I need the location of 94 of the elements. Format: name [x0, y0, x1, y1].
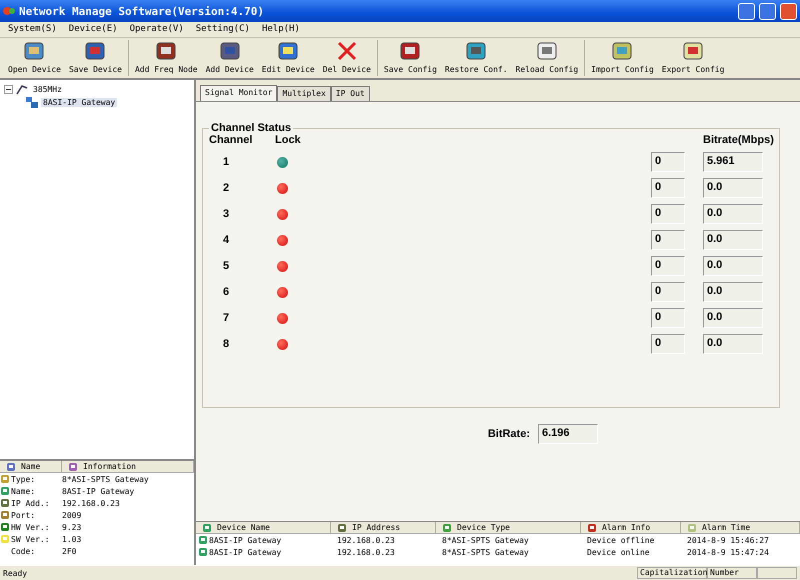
channel-number: 1: [222, 156, 230, 168]
menu-item[interactable]: Setting(C): [196, 24, 250, 35]
status-panel: Capitalization: [637, 567, 707, 579]
channel-number: 6: [222, 286, 230, 298]
table-cell: 8ASI-IP Gateway: [209, 536, 282, 544]
bitrate-field[interactable]: 0.0: [703, 282, 763, 302]
maximize-button[interactable]: [759, 2, 776, 20]
table-cell: 2014-8-9 15:46:27: [687, 536, 769, 544]
info-value: 192.168.0.23: [62, 498, 120, 508]
toolbar-button[interactable]: Open Device: [4, 38, 65, 78]
toolbar-button[interactable]: Reload Config: [512, 38, 582, 78]
table-cell: 2014-8-9 15:47:24: [687, 548, 769, 556]
menu-item[interactable]: System(S): [8, 24, 57, 35]
channel-number: 8: [222, 338, 230, 350]
delete-icon: [336, 40, 358, 62]
value-field[interactable]: 0: [651, 308, 685, 328]
toolbar-button[interactable]: Save Config: [380, 38, 441, 78]
column-header[interactable]: Alarm Time: [681, 522, 800, 533]
info-label: Type:: [11, 474, 36, 484]
table-cell: 8*ASI-SPTS Gateway: [442, 536, 529, 544]
info-value: 8ASI-IP Gateway: [62, 486, 134, 496]
group-title: Channel Status: [210, 122, 292, 134]
toolbar-button[interactable]: Export Config: [658, 38, 728, 78]
info-value: 2F0: [62, 546, 76, 556]
info-value: 1.03: [62, 534, 82, 544]
tab[interactable]: Multiplex: [277, 86, 331, 101]
channel-number: 2: [222, 182, 230, 194]
info-label: Name:: [11, 486, 36, 496]
bitrate-field[interactable]: 0.0: [703, 334, 763, 354]
menu-item[interactable]: Device(E): [68, 24, 118, 35]
antenna-icon: [16, 84, 28, 95]
column-header: Channel: [209, 134, 254, 146]
channel-number: 3: [222, 208, 230, 220]
status-panel: [757, 567, 797, 579]
info-value: 9.23: [62, 522, 82, 532]
bitrate-field[interactable]: 0.0: [703, 178, 763, 198]
window-title: Network Manage Software(Version:4.70): [19, 4, 266, 18]
info-value: 2009: [62, 510, 82, 520]
table-cell: Device online: [587, 548, 650, 556]
info-label: Code:: [11, 546, 36, 556]
status-text: Ready: [3, 568, 28, 578]
collapse-toggle[interactable]: [4, 85, 13, 94]
info-value: 8*ASI-SPTS Gateway: [62, 474, 149, 484]
status-panel: Number: [707, 567, 757, 579]
bitrate-field[interactable]: 0.0: [703, 230, 763, 250]
bitrate-field[interactable]: 0.0: [703, 204, 763, 224]
value-field[interactable]: 0: [651, 204, 685, 224]
column-header[interactable]: IP Address: [331, 522, 436, 533]
bitrate-field[interactable]: 5.961: [703, 152, 763, 172]
tab[interactable]: IP Out: [330, 86, 370, 101]
value-field[interactable]: 0: [651, 230, 685, 250]
total-bitrate-field[interactable]: 6.196: [538, 424, 598, 444]
column-header: Bitrate(Mbps): [703, 134, 773, 146]
info-label: HW Ver.:: [11, 522, 50, 532]
table-cell: 192.168.0.23: [337, 548, 395, 556]
bitrate-field[interactable]: 0.0: [703, 308, 763, 328]
table-cell: 8*ASI-SPTS Gateway: [442, 548, 529, 556]
table-cell: 8ASI-IP Gateway: [209, 548, 282, 556]
table-cell: Device offline: [587, 536, 654, 544]
toolbar-button[interactable]: Save Device: [64, 38, 126, 78]
bitrate-label: BitRate:: [488, 428, 530, 440]
tree-item[interactable]: 385MHz: [31, 85, 64, 94]
toolbar-button[interactable]: Import Config: [587, 38, 658, 78]
toolbar-button[interactable]: Del Device: [318, 38, 375, 78]
value-field[interactable]: 0: [651, 334, 685, 354]
app-icon: [3, 6, 15, 16]
toolbar-button[interactable]: Add Device: [202, 38, 258, 78]
value-field[interactable]: 0: [651, 178, 685, 198]
table-cell: 192.168.0.23: [337, 536, 395, 544]
close-button[interactable]: [780, 2, 797, 20]
channel-number: 4: [222, 234, 230, 246]
bitrate-field[interactable]: 0.0: [703, 256, 763, 276]
column-header[interactable]: Device Name: [196, 522, 331, 533]
toolbar-button[interactable]: Restore Conf.: [440, 38, 512, 78]
menu-item[interactable]: Operate(V): [130, 24, 184, 35]
value-field[interactable]: 0: [651, 152, 685, 172]
value-field[interactable]: 0: [651, 256, 685, 276]
value-field[interactable]: 0: [651, 282, 685, 302]
column-header[interactable]: Name: [0, 461, 62, 472]
channel-number: 5: [222, 260, 230, 272]
column-header[interactable]: Information: [62, 461, 194, 472]
info-label: IP Add.:: [11, 498, 50, 508]
minimize-button[interactable]: [738, 2, 755, 20]
toolbar-button[interactable]: Edit Device: [258, 38, 319, 78]
menu-item[interactable]: Help(H): [262, 24, 300, 35]
tab[interactable]: Signal Monitor: [200, 85, 278, 101]
column-header[interactable]: Alarm Info: [581, 522, 681, 533]
info-label: Port:: [11, 510, 36, 520]
column-header[interactable]: Device Type: [436, 522, 581, 533]
tree-item[interactable]: 8ASI-IP Gateway: [41, 98, 118, 107]
toolbar-button[interactable]: Add Freq Node: [130, 38, 202, 78]
channel-number: 7: [222, 312, 230, 324]
column-header: Lock: [275, 134, 302, 146]
info-label: SW Ver.:: [11, 534, 50, 544]
